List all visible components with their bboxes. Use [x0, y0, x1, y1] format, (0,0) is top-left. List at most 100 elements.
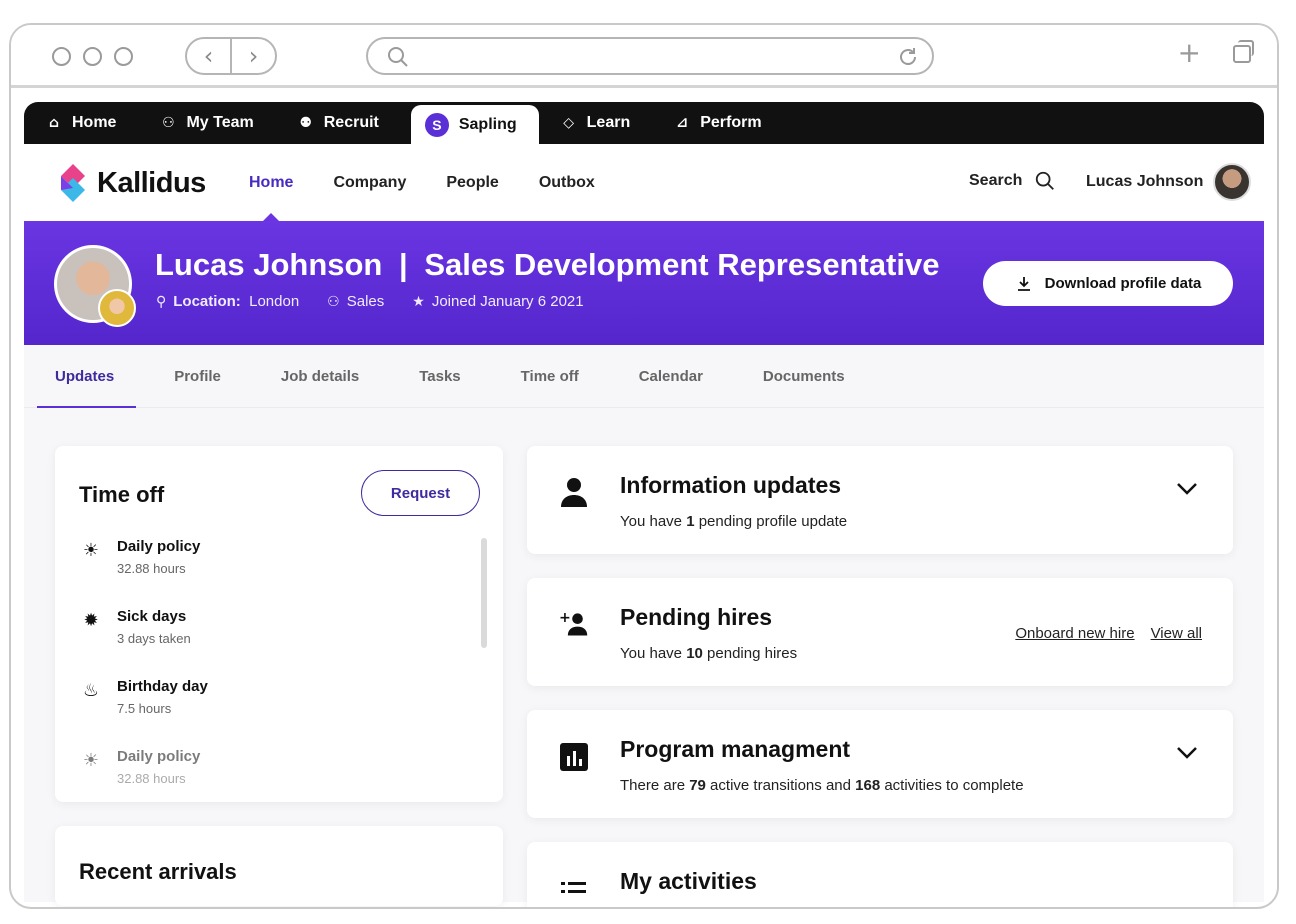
kallidus-logo-icon [61, 164, 85, 202]
tab-documents[interactable]: Documents [763, 345, 845, 408]
search-button[interactable]: Search [969, 170, 1056, 192]
person-icon [561, 478, 587, 507]
policy-name: Daily policy [117, 748, 201, 765]
chevron-down-icon[interactable] [1175, 740, 1199, 764]
list-item[interactable]: ☀ Daily policy 32.88 hours [79, 538, 469, 608]
product-tabs: ⌂ Home ⚇ My Team ⚉ Recruit S Sapling ◇ L… [24, 102, 1264, 144]
search-icon [388, 47, 408, 67]
policy-list: ☀ Daily policy 32.88 hours ✹ Sick days 3 d… [79, 538, 469, 802]
list-item[interactable]: ☀ Daily policy 32.88 hours [79, 748, 469, 802]
pending-hires-card: + Pending hires You have 10 pending hire… [527, 578, 1233, 686]
department-value: Sales [346, 293, 385, 310]
graduation-cap-icon: ◇ [563, 115, 575, 131]
policy-detail: 7.5 hours [117, 701, 172, 716]
program-text: There are 79 active transitions and 168 … [620, 777, 1024, 794]
back-button[interactable]: ‹ [187, 39, 232, 73]
pending-hires-links: Onboard new hire View all [1015, 625, 1202, 642]
virus-icon: ✹ [83, 610, 99, 631]
main-nav: Home Company People Outbox [249, 144, 595, 221]
window-close-button[interactable] [52, 47, 71, 66]
chevron-down-icon[interactable] [1175, 476, 1199, 500]
product-tab-label: Learn [586, 114, 631, 131]
window-minimize-button[interactable] [83, 47, 102, 66]
request-button[interactable]: Request [361, 470, 480, 516]
product-tab-label: Perform [700, 114, 762, 131]
cake-icon: ♨ [82, 680, 100, 701]
location-label: Location: [173, 293, 241, 310]
user-menu[interactable]: Lucas Johnson [1086, 163, 1252, 201]
download-profile-button[interactable]: Download profile data [983, 261, 1233, 306]
star-icon: ★ [412, 294, 425, 310]
nav-home[interactable]: Home [249, 144, 293, 221]
information-updates-card[interactable]: Information updates You have 1 pending p… [527, 446, 1233, 554]
policy-detail: 32.88 hours [117, 771, 186, 786]
program-management-card[interactable]: Program managment There are 79 active tr… [527, 710, 1233, 818]
profile-meta: ⚲ Location: London ⚇ Sales ★ Joined January… [156, 293, 584, 310]
download-label: Download profile data [1044, 275, 1202, 292]
nav-people[interactable]: People [446, 144, 498, 221]
recent-arrivals-title: Recent arrivals [79, 859, 237, 884]
policy-name: Birthday day [117, 678, 208, 695]
team-icon: ⚇ [327, 294, 340, 310]
kallidus-logo[interactable]: Kallidus [57, 162, 206, 204]
new-tab-icon[interactable]: + [1178, 39, 1201, 67]
sun-icon: ☀ [82, 750, 100, 771]
info-updates-text: You have 1 pending profile update [620, 513, 848, 530]
tab-tasks[interactable]: Tasks [419, 345, 460, 408]
sapling-logo-icon: S [424, 112, 449, 137]
forward-button[interactable]: › [232, 39, 275, 73]
pending-hires-text: You have 10 pending hires [620, 645, 798, 662]
product-tab-label: Home [72, 114, 117, 131]
list-item[interactable]: ✹ Sick days 3 days taken [79, 608, 469, 678]
tab-job-details[interactable]: Job details [281, 345, 359, 408]
onboard-new-hire-link[interactable]: Onboard new hire [1015, 625, 1134, 642]
reload-icon[interactable] [896, 45, 920, 69]
window-maximize-button[interactable] [114, 47, 133, 66]
user-name: Lucas Johnson [1086, 173, 1204, 190]
top-navigation: Kallidus Home Company People Outbox Sear… [24, 144, 1264, 221]
nav-outbox[interactable]: Outbox [539, 144, 595, 221]
scrollbar[interactable] [481, 538, 487, 648]
product-tab-recruit[interactable]: ⚉ Recruit [286, 102, 401, 144]
product-tab-sapling[interactable]: S Sapling [410, 105, 539, 144]
profile-tabs: Updates Profile Job details Tasks Time o… [24, 345, 1264, 408]
product-tab-my-team[interactable]: ⚇ My Team [148, 102, 275, 144]
nav-company[interactable]: Company [333, 144, 406, 221]
tabs-overview-icon[interactable] [1233, 40, 1254, 63]
product-tab-perform[interactable]: ⊿ Perform [662, 102, 783, 144]
policy-name: Daily policy [117, 538, 201, 555]
recent-arrivals-card: Recent arrivals [55, 826, 503, 906]
tab-profile[interactable]: Profile [174, 345, 221, 408]
tab-time-off[interactable]: Time off [521, 345, 579, 408]
brand-name: Kallidus [97, 166, 206, 199]
browser-chrome: ‹ › + [11, 25, 1277, 88]
org-chart-icon: ⚇ [162, 115, 175, 131]
search-icon [1036, 171, 1055, 190]
profile-location: ⚲ Location: London [156, 293, 299, 310]
policy-detail: 3 days taken [117, 631, 191, 646]
my-activities-card[interactable]: My activities [527, 842, 1233, 907]
profile-joined: ★ Joined January 6 2021 [412, 293, 583, 310]
tab-updates[interactable]: Updates [36, 345, 137, 408]
product-tab-home[interactable]: ⌂ Home [34, 102, 138, 144]
sun-icon: ☀ [82, 540, 100, 561]
product-tab-label: Sapling [458, 115, 517, 133]
tab-calendar[interactable]: Calendar [639, 345, 703, 408]
home-icon: ⌂ [48, 115, 60, 131]
window-controls [52, 47, 133, 66]
product-tab-label: Recruit [323, 114, 379, 131]
time-off-title: Time off [79, 482, 165, 507]
browser-window: ‹ › + ⌂ Home ⚇ My Team ⚉ Recruit S Sapli… [9, 23, 1279, 909]
product-tab-learn[interactable]: ◇ Learn [549, 102, 653, 144]
joined-value: Joined January 6 2021 [431, 293, 584, 310]
address-bar[interactable] [366, 37, 934, 75]
add-person-icon: + [559, 610, 588, 636]
list-item[interactable]: ♨ Birthday day 7.5 hours [79, 678, 469, 748]
bar-chart-icon [560, 743, 588, 771]
manager-avatar [98, 289, 136, 327]
view-all-link[interactable]: View all [1151, 625, 1202, 642]
product-tab-label: My Team [186, 114, 254, 131]
activities-title: My activities [620, 868, 757, 894]
profile-department: ⚇ Sales [327, 293, 384, 310]
chart-icon: ⊿ [676, 115, 689, 131]
